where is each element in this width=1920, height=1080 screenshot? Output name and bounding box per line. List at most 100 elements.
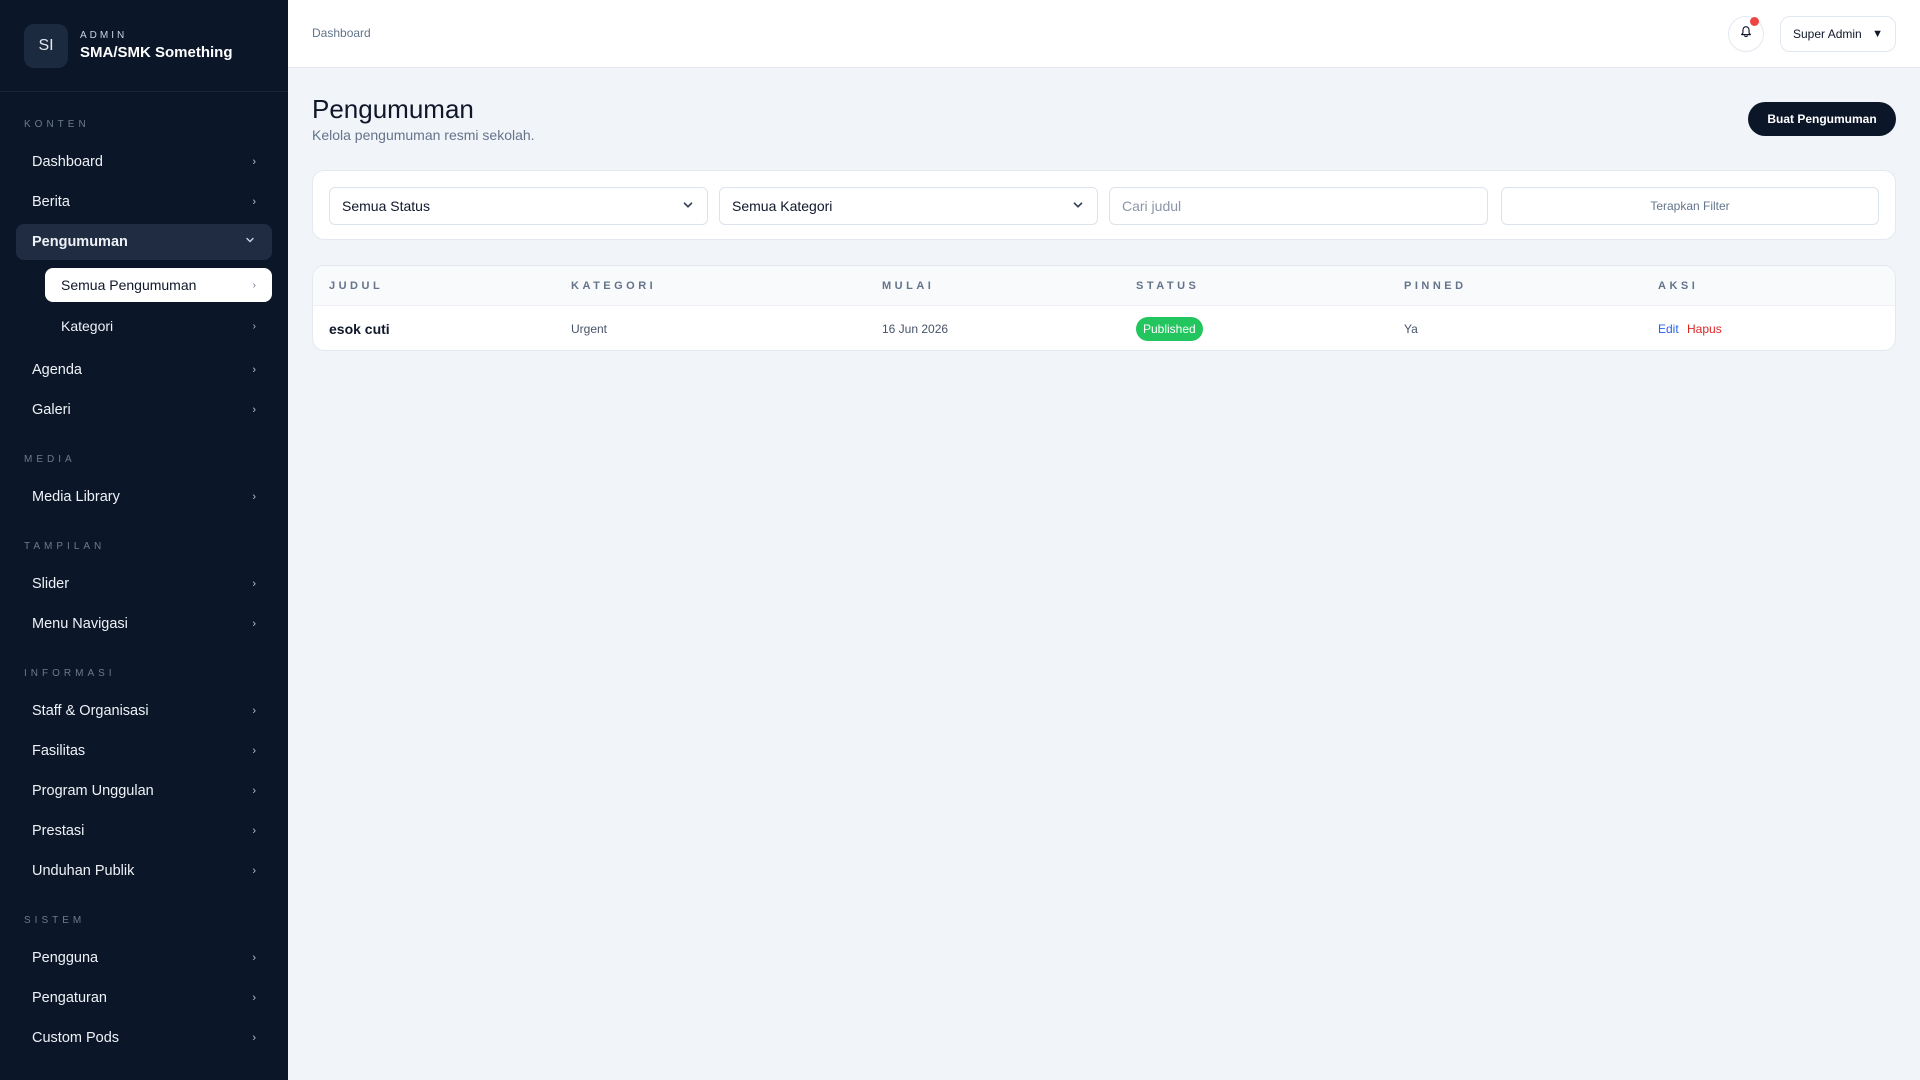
filter-bar: Semua Status Semua Kategori Terapkan Fil… xyxy=(312,170,1896,240)
cell-pinned: Ya xyxy=(1404,322,1418,336)
sidebar: SI ADMIN SMA/SMK Something KONTEN Dashbo… xyxy=(0,0,288,1080)
chevron-right-icon: › xyxy=(252,196,256,208)
brand-text: ADMIN SMA/SMK Something xyxy=(80,30,233,61)
chevron-right-icon: › xyxy=(252,578,256,590)
sidebar-item-media-library[interactable]: Media Library › xyxy=(16,479,272,515)
apply-filter-button[interactable]: Terapkan Filter xyxy=(1501,187,1879,225)
column-header-aksi: AKSI xyxy=(1658,280,1699,292)
notification-button[interactable] xyxy=(1728,16,1764,52)
sidebar-item-agenda[interactable]: Agenda › xyxy=(16,352,272,388)
chevron-right-icon: › xyxy=(252,320,256,332)
section-tampilan: TAMPILAN xyxy=(24,541,106,552)
sidebar-item-menu-navigasi[interactable]: Menu Navigasi › xyxy=(16,606,272,642)
table-row: esok cuti Urgent 16 Jun 2026 Published Y… xyxy=(313,306,1895,350)
user-name: Super Admin xyxy=(1793,27,1862,41)
create-announcement-button[interactable]: Buat Pengumuman xyxy=(1748,102,1896,136)
sidebar-item-label: Pengguna xyxy=(32,950,99,966)
chevron-down-icon xyxy=(1071,198,1085,215)
cell-kategori: Urgent xyxy=(571,322,608,336)
sidebar-item-label: Staff & Organisasi xyxy=(32,703,149,719)
chevron-right-icon: › xyxy=(252,618,256,630)
chevron-right-icon: › xyxy=(252,705,256,717)
sidebar-item-label: Berita xyxy=(32,194,70,210)
chevron-right-icon: › xyxy=(252,745,256,757)
chevron-right-icon: › xyxy=(252,279,256,291)
caret-down-icon: ▼ xyxy=(1872,28,1883,40)
chevron-right-icon: › xyxy=(252,785,256,797)
topbar: Dashboard Super Admin ▼ xyxy=(288,0,1920,68)
chevron-right-icon: › xyxy=(252,865,256,877)
sidebar-item-label: Menu Navigasi xyxy=(32,616,128,632)
sidebar-item-label: Media Library xyxy=(32,489,120,505)
search-input[interactable] xyxy=(1109,187,1488,225)
cell-mulai: 16 Jun 2026 xyxy=(882,322,949,336)
sidebar-subitem-kategori[interactable]: Kategori › xyxy=(45,309,272,343)
sidebar-item-label: Agenda xyxy=(32,362,82,378)
chevron-right-icon: › xyxy=(252,1032,256,1044)
user-menu-button[interactable]: Super Admin ▼ xyxy=(1780,16,1896,52)
sidebar-item-label: Dashboard xyxy=(32,154,103,170)
sidebar-item-dashboard[interactable]: Dashboard › xyxy=(16,144,272,180)
sidebar-item-berita[interactable]: Berita › xyxy=(16,184,272,220)
chevron-right-icon: › xyxy=(252,992,256,1004)
sidebar-item-label: Unduhan Publik xyxy=(32,863,135,879)
chevron-right-icon: › xyxy=(252,825,256,837)
sidebar-subitem-semua-pengumuman[interactable]: Semua Pengumuman › xyxy=(45,268,272,302)
status-badge: Published xyxy=(1136,317,1203,341)
sidebar-item-prestasi[interactable]: Prestasi › xyxy=(16,813,272,849)
bell-icon xyxy=(1739,25,1753,44)
sidebar-item-unduhan[interactable]: Unduhan Publik › xyxy=(16,853,272,889)
sidebar-item-label: Prestasi xyxy=(32,823,85,839)
sidebar-item-label: Slider xyxy=(32,576,70,592)
chevron-right-icon: › xyxy=(252,491,256,503)
notification-dot xyxy=(1750,17,1759,26)
brand-logo: SI xyxy=(24,23,68,68)
sidebar-item-label: Custom Pods xyxy=(32,1030,120,1046)
breadcrumb[interactable]: Dashboard xyxy=(312,26,371,40)
cell-judul: esok cuti xyxy=(329,321,390,337)
column-header-kategori: KATEGORI xyxy=(571,280,657,292)
chevron-right-icon: › xyxy=(252,364,256,376)
edit-link[interactable]: Edit xyxy=(1658,322,1679,336)
status-select[interactable]: Semua Status xyxy=(329,187,708,225)
status-select-value: Semua Status xyxy=(342,198,430,214)
chevron-down-icon xyxy=(681,198,695,215)
category-select[interactable]: Semua Kategori xyxy=(719,187,1098,225)
chevron-right-icon: › xyxy=(252,952,256,964)
brand[interactable]: SI ADMIN SMA/SMK Something xyxy=(0,0,288,92)
sidebar-item-pengumuman[interactable]: Pengumuman xyxy=(16,224,272,260)
sidebar-item-custom-pods[interactable]: Custom Pods › xyxy=(16,1020,272,1056)
section-konten: KONTEN xyxy=(24,119,90,130)
brand-eyebrow: ADMIN xyxy=(80,30,128,41)
chevron-right-icon: › xyxy=(252,404,256,416)
sidebar-item-label: Fasilitas xyxy=(32,743,86,759)
section-media: MEDIA xyxy=(24,454,76,465)
sidebar-subitem-label: Semua Pengumuman xyxy=(61,277,197,293)
chevron-right-icon: › xyxy=(252,156,256,168)
sidebar-item-label: Program Unggulan xyxy=(32,783,154,799)
sidebar-item-label: Pengaturan xyxy=(32,990,107,1006)
sidebar-subitem-label: Kategori xyxy=(61,318,114,334)
sidebar-item-pengaturan[interactable]: Pengaturan › xyxy=(16,980,272,1016)
column-header-judul: JUDUL xyxy=(329,280,384,292)
chevron-down-icon xyxy=(244,234,256,250)
sidebar-item-galeri[interactable]: Galeri › xyxy=(16,392,272,428)
page-title: Pengumuman xyxy=(312,94,474,124)
table-header: JUDUL KATEGORI MULAI STATUS PINNED AKSI xyxy=(313,266,1895,306)
page-subtitle: Kelola pengumuman resmi sekolah. xyxy=(312,127,535,143)
section-sistem: SISTEM xyxy=(24,915,86,926)
sidebar-item-label: Pengumuman xyxy=(32,234,128,250)
column-header-pinned: PINNED xyxy=(1404,280,1467,292)
sidebar-item-pengguna[interactable]: Pengguna › xyxy=(16,940,272,976)
sidebar-item-program[interactable]: Program Unggulan › xyxy=(16,773,272,809)
section-informasi: INFORMASI xyxy=(24,668,116,679)
sidebar-item-slider[interactable]: Slider › xyxy=(16,566,272,602)
delete-link[interactable]: Hapus xyxy=(1687,322,1722,336)
column-header-status: STATUS xyxy=(1136,280,1200,292)
sidebar-item-label: Galeri xyxy=(32,402,71,418)
sidebar-item-fasilitas[interactable]: Fasilitas › xyxy=(16,733,272,769)
announcement-table: JUDUL KATEGORI MULAI STATUS PINNED AKSI … xyxy=(312,265,1896,351)
sidebar-item-staff[interactable]: Staff & Organisasi › xyxy=(16,693,272,729)
category-select-value: Semua Kategori xyxy=(732,198,833,214)
brand-name: SMA/SMK Something xyxy=(80,44,233,61)
